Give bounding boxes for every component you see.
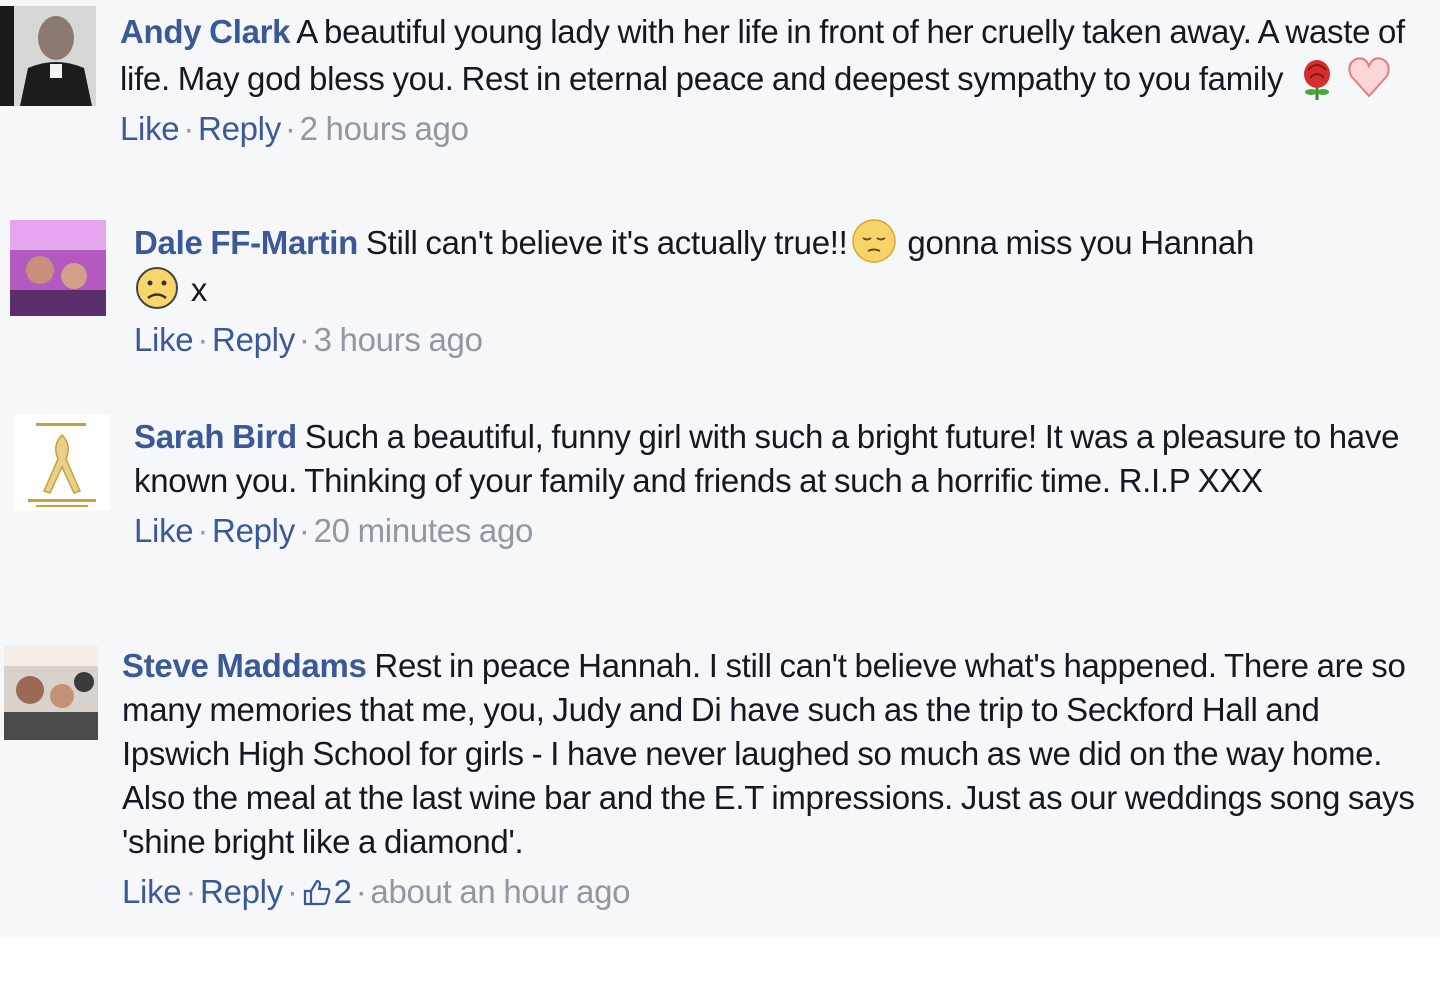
avatar[interactable] bbox=[4, 646, 98, 740]
like-link[interactable]: Like bbox=[134, 321, 194, 358]
avatar[interactable] bbox=[0, 6, 96, 106]
like-link[interactable]: Like bbox=[134, 512, 194, 549]
reply-link[interactable]: Reply bbox=[200, 873, 283, 910]
heart-icon bbox=[1346, 54, 1392, 100]
separator: · bbox=[284, 110, 296, 147]
thumbs-up-icon bbox=[302, 877, 332, 907]
comment-text: Such a beautiful, funny girl with such a… bbox=[134, 418, 1400, 499]
avatar[interactable] bbox=[14, 415, 110, 511]
reply-link[interactable]: Reply bbox=[212, 321, 295, 358]
sad-face-icon bbox=[134, 265, 180, 311]
separator: · bbox=[298, 321, 310, 358]
like-link[interactable]: Like bbox=[120, 110, 180, 147]
like-link[interactable]: Like bbox=[122, 873, 182, 910]
comments-panel: Andy Clark A beautiful young lady with h… bbox=[0, 0, 1440, 938]
separator: · bbox=[185, 873, 197, 910]
comment-timestamp[interactable]: 3 hours ago bbox=[314, 321, 483, 358]
comment-text: x bbox=[190, 271, 208, 308]
comment-text: A beautiful young lady with her life in … bbox=[120, 13, 1405, 97]
comment-actions: Like · Reply · 20 minutes ago bbox=[134, 509, 1424, 553]
reply-link[interactable]: Reply bbox=[198, 110, 281, 147]
comment-timestamp[interactable]: about an hour ago bbox=[370, 873, 630, 910]
comment-timestamp[interactable]: 2 hours ago bbox=[300, 110, 469, 147]
reply-link[interactable]: Reply bbox=[212, 512, 295, 549]
pensive-face-icon bbox=[851, 218, 897, 264]
comment-author[interactable]: Dale FF-Martin bbox=[134, 224, 358, 261]
comment-author[interactable]: Andy Clark bbox=[120, 13, 291, 50]
separator: · bbox=[286, 873, 298, 910]
like-count-value: 2 bbox=[333, 873, 352, 910]
comment-actions: Like · Reply · 2 · about an hour ago bbox=[122, 870, 1432, 914]
rose-icon bbox=[1294, 54, 1340, 100]
comment-actions: Like · Reply · 2 hours ago bbox=[120, 107, 1430, 151]
separator: · bbox=[197, 321, 209, 358]
comment-text: Still can't believe it's actually true!! bbox=[365, 224, 848, 261]
separator: · bbox=[197, 512, 209, 549]
like-count[interactable]: 2 bbox=[302, 873, 352, 910]
comment-author[interactable]: Steve Maddams bbox=[122, 647, 367, 684]
comment-timestamp[interactable]: 20 minutes ago bbox=[314, 512, 534, 549]
comment-author[interactable]: Sarah Bird bbox=[134, 418, 297, 455]
separator: · bbox=[183, 110, 195, 147]
separator: · bbox=[298, 512, 310, 549]
avatar[interactable] bbox=[10, 220, 106, 316]
separator: · bbox=[355, 873, 367, 910]
comment-actions: Like · Reply · 3 hours ago bbox=[134, 318, 1434, 362]
comment-text: gonna miss you Hannah bbox=[907, 224, 1255, 261]
